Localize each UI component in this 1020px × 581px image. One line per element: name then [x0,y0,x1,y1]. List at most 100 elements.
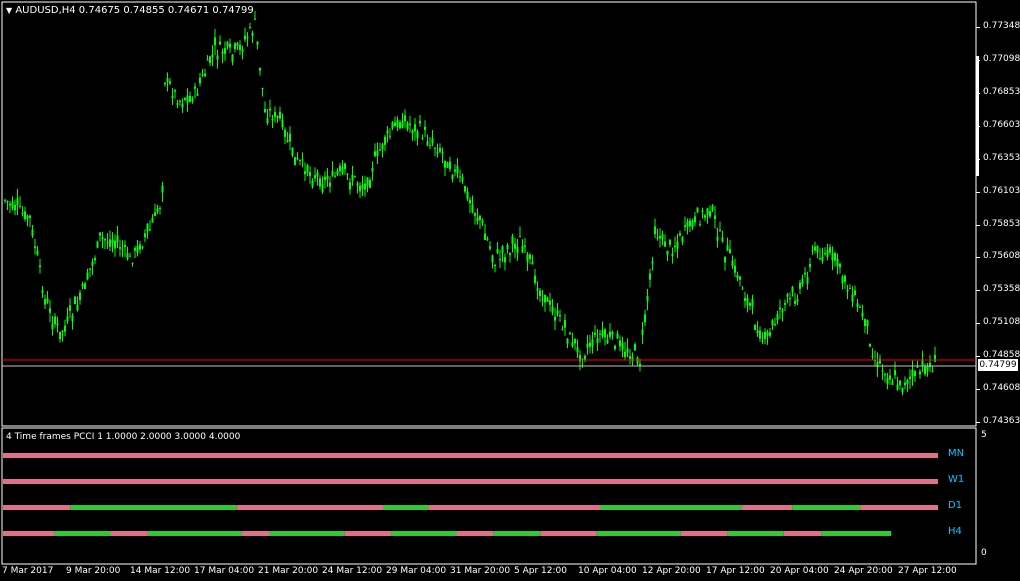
pcci-bar-segment [821,531,892,536]
pcci-bar-segment [3,505,71,510]
candle-body [884,373,886,376]
candle-body [619,340,621,347]
candle-body [804,272,806,275]
candle-body [401,121,404,128]
candle-body [301,159,304,161]
candle-body [561,329,564,331]
candle-body [781,309,784,312]
candle-body [29,215,31,218]
candle-body [716,236,719,241]
price-tick-mark [976,92,980,94]
candle-body [751,299,754,307]
candle-body [669,240,671,245]
indicator-border [1,427,977,565]
candle-body [31,229,34,236]
candle-body [924,366,926,375]
candle-body [864,318,866,326]
time-tick-label: 21 Mar 20:00 [258,566,319,576]
candle-body [591,339,594,346]
candle-body [606,340,609,344]
candle-body [834,252,836,261]
symbol-quote: AUDUSD,H4 0.74675 0.74855 0.74671 0.7479… [15,5,254,16]
candle-body [461,177,464,182]
candle-body [416,131,419,139]
candle-body [541,299,544,301]
candle-body [14,204,16,211]
symbol-header[interactable]: ▼ AUDUSD,H4 0.74675 0.74855 0.74671 0.74… [6,5,254,16]
candle-body [91,261,94,266]
candle-body [269,108,271,111]
candle-body [6,201,9,203]
candle-body [491,255,494,263]
candle-body [871,356,874,358]
candle-body [839,263,841,268]
price-tick-mark [976,356,980,358]
candle-body [299,160,301,162]
candle-body [856,303,859,307]
candle-body [676,241,679,249]
candle-body [191,98,194,102]
candle-body [364,183,366,190]
candle-body [131,262,134,264]
price-tick-mark [976,125,980,127]
candle-body [519,236,521,238]
candle-body [204,73,206,77]
pcci-bar-segment [783,531,822,536]
price-tick-mark [976,224,980,226]
candle-body [64,325,66,332]
candle-body [219,41,221,45]
candle-body [646,296,649,302]
candle-body [281,119,284,128]
candle-body [176,103,179,105]
candle-body [451,175,454,180]
candle-body [121,249,124,251]
candle-body [869,343,871,347]
candle-body [234,43,236,50]
price-tick-label: 0.76853 [983,86,1020,97]
candle-body [329,182,331,187]
candle-body [654,226,656,235]
candle-body [629,356,631,359]
candle-body [524,245,526,247]
price-tick-label: 0.75853 [983,218,1020,229]
candle-body [594,333,596,335]
candle-body [454,169,456,172]
candle-body [789,297,791,299]
candle-body [34,246,36,249]
pcci-bar-segment [792,505,861,510]
candle-body [44,299,46,305]
candle-body [109,239,111,247]
time-tick-label: 20 Apr 04:00 [770,566,829,576]
candle-body [86,272,89,280]
candle-body [16,198,19,206]
candle-body [484,233,486,240]
candle-body [246,36,249,38]
candle-body [46,298,49,303]
price-chart-canvas[interactable] [0,0,1020,581]
candle-body [879,358,881,364]
indicator-bars [3,453,938,536]
candle-body [731,260,734,267]
candle-body [791,287,794,293]
price-tick-label: 0.77348 [983,21,1020,31]
candle-body [141,246,144,248]
candle-body [586,343,589,348]
candle-body [616,333,619,339]
price-tick-mark [976,27,980,28]
candle-body [286,140,289,142]
candle-body [671,253,674,257]
dropdown-triangle-icon[interactable]: ▼ [6,6,12,15]
candle-body [514,243,516,249]
candle-body [394,122,396,127]
candle-body [564,319,566,328]
candle-body [894,370,896,376]
candle-body [536,288,539,291]
candle-body [526,254,529,262]
candle-body [854,290,856,296]
candle-body [734,265,736,273]
candle-body [539,290,541,297]
price-tick-mark [976,257,980,259]
candle-body [709,211,711,217]
candle-body [9,203,11,206]
indicator-scale-bottom: 0 [981,548,987,558]
